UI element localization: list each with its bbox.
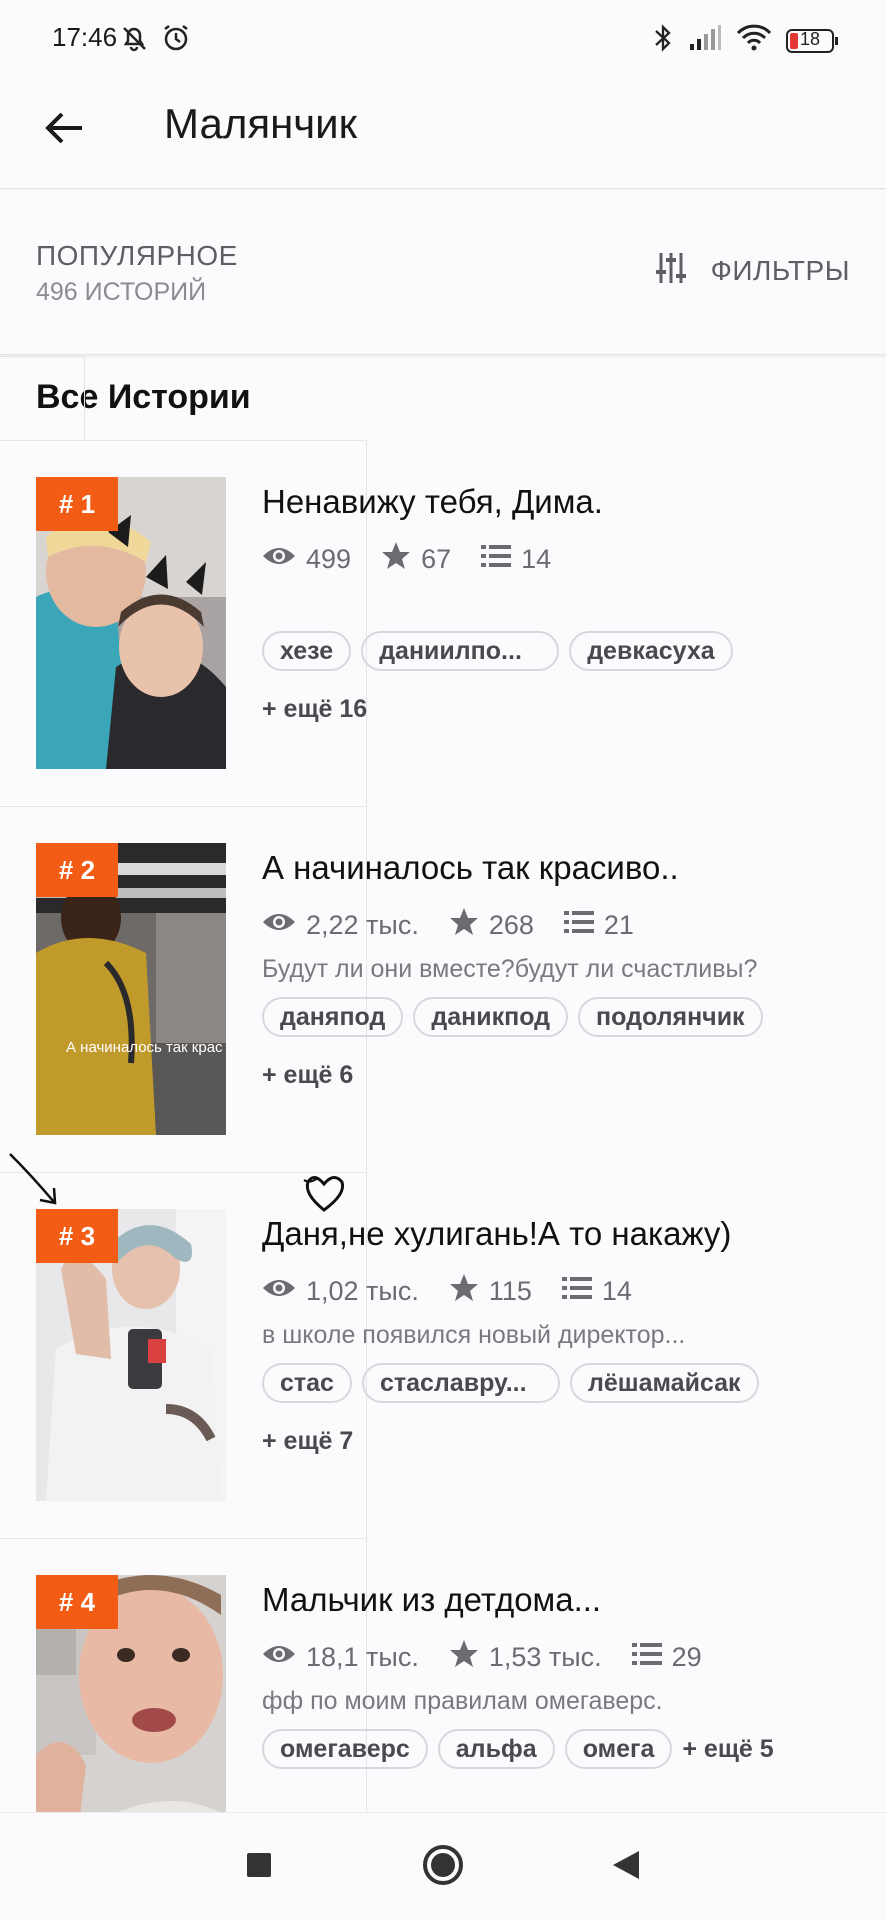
tag-chip[interactable]: подолянчик (578, 997, 763, 1037)
triangle-back-icon (609, 1848, 643, 1887)
filter-bar: ПОПУЛЯРНОЕ 496 ИСТОРИЙ ФИЛЬТРЫ (0, 190, 886, 355)
app-bar: Малянчик (0, 80, 886, 189)
story-stats: 18,1 тыс. 1,53 тыс. 29 (262, 1639, 732, 1676)
more-tags-link[interactable]: + ещё 16 (262, 695, 367, 724)
tag-chip[interactable]: девкасуха (569, 631, 733, 671)
chapters-count: 14 (521, 544, 552, 574)
circle-icon (421, 1843, 465, 1892)
tag-chip[interactable]: омегаверс (262, 1729, 428, 1769)
stars-count: 115 (488, 1276, 532, 1306)
bluetooth-icon (652, 22, 674, 59)
tag-chip[interactable]: стаславру... (361, 1363, 560, 1403)
star-icon (449, 1639, 479, 1676)
square-icon (244, 1850, 274, 1885)
filters-label: ФИЛЬТРЫ (710, 254, 850, 286)
more-tags-link[interactable]: + ещё 5 (682, 1735, 773, 1764)
story-description: фф по моим правилам омегаверс. (262, 1687, 663, 1715)
story-title[interactable]: Ненавижу тебя, Дима. (262, 483, 603, 521)
tag-list: стас стаславру... лёшамайсак (262, 1363, 759, 1403)
eye-icon (262, 544, 296, 575)
stars-count: 1,53 тыс. (488, 1642, 602, 1672)
sliders-icon (653, 250, 689, 291)
more-tags-link[interactable]: + ещё 6 (262, 1061, 353, 1090)
story-description: в школе появился новый директор... (262, 1321, 686, 1349)
battery-level: 18 (800, 28, 821, 49)
rank-badge: # 4 (36, 1575, 118, 1629)
back-button[interactable] (36, 102, 92, 158)
tag-chip[interactable]: хезе (262, 631, 352, 671)
nav-home-button[interactable] (415, 1839, 471, 1895)
story-card[interactable]: А начиналось так крас # 2 А начиналось т… (0, 807, 886, 1173)
nav-recents-button[interactable] (231, 1839, 287, 1895)
tag-chip[interactable]: стас (262, 1363, 352, 1403)
hand-drawn-heart-icon (300, 1170, 350, 1221)
hand-drawn-arrow-icon (6, 1150, 62, 1215)
status-bar: 17:46 18 (0, 0, 886, 80)
story-stats: 2,22 тыс. 268 21 (262, 907, 664, 944)
alarm-icon (160, 22, 192, 59)
story-stats: 499 67 14 (262, 541, 581, 578)
more-tags-link[interactable]: + ещё 7 (262, 1427, 353, 1456)
tag-list: даняпод даникпод подолянчик (262, 997, 763, 1037)
wifi-icon (736, 24, 772, 57)
stars-count: 67 (421, 544, 452, 574)
cover-caption: А начиналось так крас (66, 1039, 223, 1056)
tag-chip[interactable]: даниилпо... (361, 631, 560, 671)
story-title[interactable]: А начиналось так красиво.. (262, 849, 679, 887)
story-description: Будут ли они вместе?будут ли счастливы? (262, 955, 758, 983)
story-count: 496 ИСТОРИЙ (36, 278, 207, 306)
status-time: 17:46 (52, 22, 118, 52)
star-icon (381, 541, 411, 578)
tag-chip[interactable]: даняпод (262, 997, 404, 1037)
views-count: 499 (306, 544, 352, 574)
battery-icon: 18 (786, 28, 840, 54)
sort-label[interactable]: ПОПУЛЯРНОЕ (36, 240, 238, 272)
rank-badge: # 2 (36, 843, 118, 897)
views-count: 2,22 тыс. (306, 910, 419, 940)
arrow-left-icon (42, 106, 86, 155)
tag-chip[interactable]: лёшамайсак (569, 1363, 759, 1403)
section-title: Все Истории (36, 378, 251, 416)
rank-badge: # 3 (36, 1209, 118, 1263)
tag-list: омегаверс альфа омега + ещё 5 (262, 1729, 774, 1769)
views-count: 18,1 тыс. (306, 1642, 419, 1672)
chapters-count: 29 (671, 1642, 702, 1672)
signal-icon (688, 24, 722, 57)
eye-icon (262, 1642, 296, 1673)
mute-notifications-icon (118, 22, 150, 59)
story-title[interactable]: Мальчик из детдома... (262, 1581, 601, 1619)
story-card[interactable]: # 3 Даня,не хулигань!А то накажу) 1,02 т… (0, 1173, 886, 1539)
page-title: Малянчик (164, 100, 357, 147)
rank-badge: # 1 (36, 477, 118, 531)
story-stats: 1,02 тыс. 115 14 (262, 1273, 662, 1310)
star-icon (449, 1273, 479, 1310)
system-nav-bar (0, 1812, 886, 1921)
filters-button[interactable]: ФИЛЬТРЫ (653, 250, 850, 291)
views-count: 1,02 тыс. (306, 1276, 419, 1306)
stars-count: 268 (488, 910, 534, 940)
tag-chip[interactable]: даникпод (413, 997, 569, 1037)
list-icon (561, 1275, 592, 1308)
chapters-count: 21 (603, 910, 634, 940)
tag-chip[interactable]: альфа (437, 1729, 555, 1769)
star-icon (449, 907, 479, 944)
chapters-count: 14 (601, 1276, 632, 1306)
eye-icon (262, 1276, 296, 1307)
tag-list: хезе даниилпо... девкасуха (262, 631, 733, 671)
tag-chip[interactable]: омега (564, 1729, 673, 1769)
story-card[interactable]: # 1 Ненавижу тебя, Дима. 499 67 14 хезе … (0, 441, 886, 807)
eye-icon (262, 910, 296, 941)
list-icon (631, 1641, 662, 1674)
list-icon (481, 543, 512, 576)
nav-back-button[interactable] (598, 1839, 654, 1895)
list-icon (563, 909, 594, 942)
